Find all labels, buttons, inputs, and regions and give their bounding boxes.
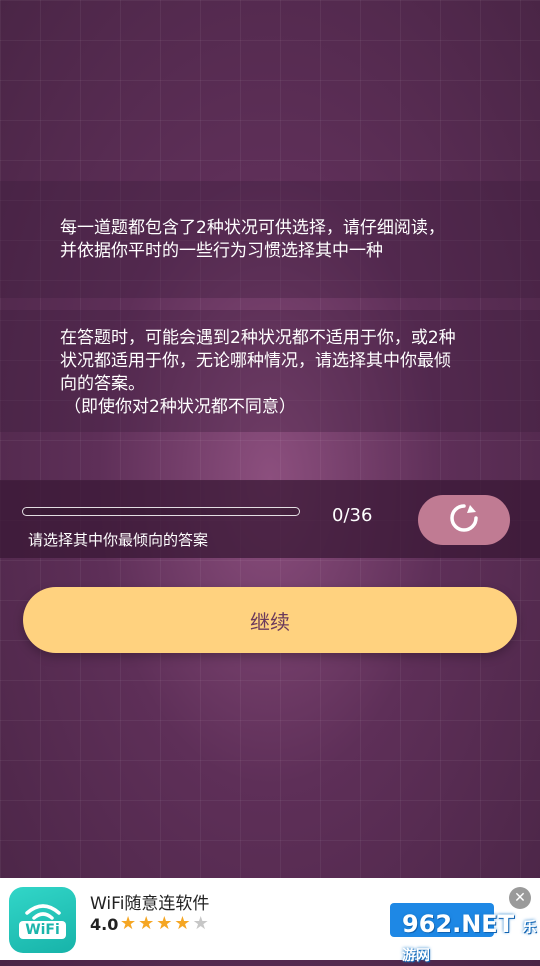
progress-hint: 请选择其中你最倾向的答案 xyxy=(28,531,209,549)
reset-button[interactable] xyxy=(418,495,510,545)
instruction-line: 并依据你平时的一些行为习惯选择其中一种 xyxy=(60,241,383,261)
watermark-main: 962.NET xyxy=(402,910,515,938)
progress-bar xyxy=(22,507,300,516)
progress-count: 0/36 xyxy=(332,505,373,526)
close-icon[interactable]: ✕ xyxy=(509,887,531,909)
star-icon: ★ xyxy=(156,913,175,934)
wifi-app-icon[interactable]: WiFi xyxy=(9,887,76,953)
ad-rating: 4.0 xyxy=(90,915,119,934)
refresh-icon xyxy=(446,500,482,540)
background-grid xyxy=(0,0,540,878)
wifi-signal-icon xyxy=(24,904,61,920)
instruction-line: 在答题时，可能会遇到2种状况都不适用于你，或2种 xyxy=(60,328,456,348)
star-icon: ★ xyxy=(120,913,139,934)
ad-icon-text: WiFi xyxy=(19,921,66,939)
instruction-line: 向的答案。 xyxy=(60,374,145,394)
rating-stars: ★★★★★ xyxy=(120,913,211,934)
star-icon: ★ xyxy=(192,913,211,934)
continue-button[interactable]: 继续 xyxy=(23,587,517,653)
continue-label: 继续 xyxy=(250,609,290,634)
instruction-line: 每一道题都包含了2种状况可供选择，请仔细阅读， xyxy=(60,218,445,238)
star-icon: ★ xyxy=(138,913,157,934)
ad-title[interactable]: WiFi随意连软件 xyxy=(90,889,209,914)
site-watermark: 962.NET 乐游网 xyxy=(402,910,540,966)
instruction-panel-choices: 每一道题都包含了2种状况可供选择，请仔细阅读， 并依据你平时的一些行为习惯选择其… xyxy=(0,181,540,298)
instruction-panel-answering: 在答题时，可能会遇到2种状况都不适用于你，或2种 状况都适用于你，无论哪种情况，… xyxy=(0,310,540,432)
instruction-line: 状况都适用于你，无论哪种情况，请选择其中你最倾 xyxy=(60,351,451,371)
instruction-line: （即使你对2种状况都不同意） xyxy=(64,397,296,417)
star-icon: ★ xyxy=(174,913,193,934)
